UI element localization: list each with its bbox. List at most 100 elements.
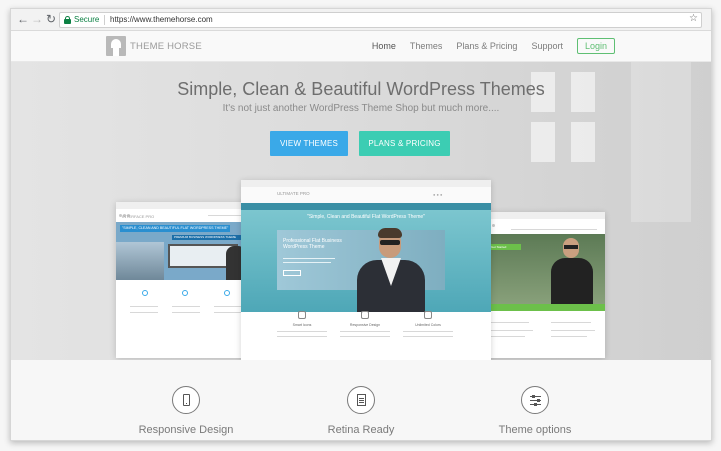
mock-text-line <box>172 312 200 313</box>
mock-panel-title: Professional Flat Business WordPress The… <box>283 238 342 250</box>
mock-text-line <box>489 322 529 323</box>
site-logo[interactable]: THEME HORSE <box>106 36 202 56</box>
mock-text-line <box>489 336 525 337</box>
theme-preview-ultimate-pro[interactable]: ULTIMATE PRO ● ● ● "Simple, Clean and Be… <box>241 180 491 360</box>
mock-browser-bar <box>481 212 605 227</box>
mock-feature-columns: Smart Icons Responsive Design Unlimited … <box>241 305 491 360</box>
feature-label: Retina Ready <box>327 424 395 436</box>
mock-feature-icon <box>298 311 306 319</box>
mock-feature-columns <box>481 316 605 356</box>
view-themes-button[interactable]: VIEW THEMES <box>270 131 348 156</box>
plans-pricing-button[interactable]: PLANS & PRICING <box>359 131 450 156</box>
mock-text-line <box>489 330 533 331</box>
mock-feature-label: Smart Icons <box>292 323 312 327</box>
arrow-right-icon[interactable]: → <box>30 12 44 26</box>
mock-feature-icon <box>142 290 148 296</box>
mock-nav <box>241 203 491 210</box>
browser-toolbar: ← → ↻ Secure https://www.themehorse.com … <box>11 9 711 31</box>
secure-label: Secure <box>74 15 100 24</box>
mock-text-line <box>214 312 242 313</box>
mock-browser-bar <box>116 202 256 217</box>
mock-feature-icon <box>182 290 188 296</box>
mock-text-line <box>551 336 587 337</box>
feature-label: Responsive Design <box>138 424 234 436</box>
mock-banner: Get Started <box>481 234 605 304</box>
mock-text-line <box>277 331 327 332</box>
mock-subbar: PREMIUM BUSINESS WORDPRESS THEME <box>172 235 242 240</box>
arrow-left-icon[interactable]: ← <box>16 12 30 26</box>
feature-icon-circle <box>347 386 375 414</box>
mock-text-line <box>277 336 327 337</box>
feature-icon-circle <box>172 386 200 414</box>
mock-text-line <box>340 336 390 337</box>
hero-subtitle: It's not just another WordPress Theme Sh… <box>222 103 500 114</box>
login-button[interactable]: Login <box>576 38 615 54</box>
browser-window: ← → ↻ Secure https://www.themehorse.com … <box>10 8 712 441</box>
feature-label: Theme options <box>498 424 572 436</box>
mock-badge-text: Get Started <box>491 245 507 249</box>
mock-feature-label: Unlimited Colors <box>415 323 441 327</box>
mock-text-line <box>551 322 591 323</box>
mock-text-line <box>283 262 331 263</box>
mock-feature-icon <box>224 290 230 296</box>
mock-feature-icon <box>361 311 369 319</box>
mock-text-line <box>130 312 158 313</box>
hero-section: Simple, Clean & Beautiful WordPress Them… <box>11 62 711 360</box>
feature-theme-options: Theme options <box>455 386 615 436</box>
mock-tagline: "Simple, Clean and Beautiful Flat WordPr… <box>307 214 425 220</box>
hero-title: Simple, Clean & Beautiful WordPress Them… <box>177 79 545 99</box>
mock-button <box>283 270 301 276</box>
mock-text-line <box>403 336 453 337</box>
mock-text-line <box>130 306 158 307</box>
mock-tagline-bar: "SIMPLE, CLEAN AND BEAUTIFUL FLAT WORDPR… <box>120 225 230 232</box>
background-window <box>531 122 555 162</box>
mock-tagline: "SIMPLE, CLEAN AND BEAUTIFUL FLAT WORDPR… <box>122 226 229 230</box>
mock-text-line <box>172 306 200 307</box>
mock-theme-name: INTERFACE PRO <box>122 214 155 219</box>
mock-badge: Get Started <box>489 244 521 250</box>
mock-text-line <box>551 330 595 331</box>
feature-retina-ready: Retina Ready <box>281 386 441 436</box>
star-icon[interactable]: ☆ <box>689 13 698 24</box>
feature-icon-circle <box>521 386 549 414</box>
horse-logo-icon <box>106 36 126 56</box>
main-menu: Home Themes Plans & Pricing Support Logi… <box>358 38 615 54</box>
features-section: Responsive Design Retina Ready Theme opt… <box>11 360 711 440</box>
document-icon <box>357 394 366 406</box>
menu-item-plans-pricing[interactable]: Plans & Pricing <box>456 41 517 51</box>
theme-preview-interface-pro[interactable]: INTERFACE PRO "SIMPLE, CLEAN AND BEAUTIF… <box>116 202 256 358</box>
mock-text-line <box>283 258 335 259</box>
site-header: THEME HORSE Home Themes Plans & Pricing … <box>11 31 711 62</box>
mock-banner: "Simple, Clean and Beautiful Flat WordPr… <box>241 210 491 312</box>
theme-preview-right[interactable]: Get Started <box>481 212 605 358</box>
sliders-icon <box>530 395 541 406</box>
lock-icon <box>64 16 71 24</box>
address-bar[interactable]: Secure https://www.themehorse.com ☆ <box>59 12 702 28</box>
mock-person-image <box>549 234 597 304</box>
mock-feature-label: Responsive Design <box>349 323 381 327</box>
mock-feature-columns <box>116 284 256 344</box>
mock-subtagline: PREMIUM BUSINESS WORDPRESS THEME <box>174 235 236 239</box>
mock-feature-icon <box>424 311 432 319</box>
mock-theme-name: ULTIMATE PRO <box>277 191 310 196</box>
menu-item-home[interactable]: Home <box>372 41 396 51</box>
mock-menu <box>511 229 597 230</box>
mock-banner: "SIMPLE, CLEAN AND BEAUTIFUL FLAT WORDPR… <box>116 222 256 280</box>
mock-browser-bar <box>241 180 491 195</box>
background-window <box>571 122 595 162</box>
mock-person-image <box>349 228 441 312</box>
mock-social-icons: ● ● ● <box>433 192 443 197</box>
menu-item-support[interactable]: Support <box>531 41 563 51</box>
mock-text-line <box>340 331 390 332</box>
menu-item-themes[interactable]: Themes <box>410 41 443 51</box>
feature-responsive-design: Responsive Design <box>106 386 266 436</box>
mock-city-image <box>116 242 164 280</box>
mock-text-line <box>214 306 242 307</box>
reload-icon[interactable]: ↻ <box>44 12 58 26</box>
mock-green-strip <box>481 304 605 311</box>
screenshot-frame: ← → ↻ Secure https://www.themehorse.com … <box>0 0 721 451</box>
divider <box>104 15 105 25</box>
logo-text: THEME HORSE <box>130 40 202 52</box>
url-text[interactable]: https://www.themehorse.com <box>110 15 213 24</box>
mock-header: ULTIMATE PRO ● ● ● <box>241 187 491 203</box>
